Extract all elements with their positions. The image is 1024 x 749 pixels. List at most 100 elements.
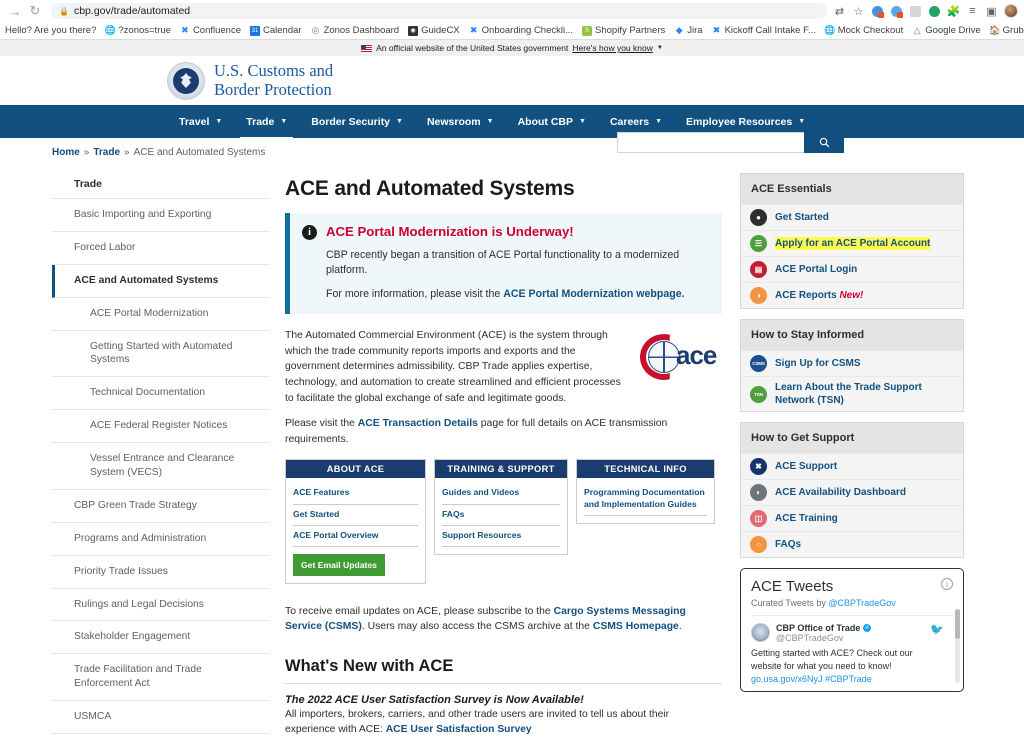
bookmark-item[interactable]: 🌐Mock Checkout <box>825 25 903 36</box>
tweet-link[interactable]: go.usa.gov/x6NyJ <box>751 674 823 684</box>
ace-user-satisfaction-survey-link[interactable]: ACE User Satisfaction Survey <box>386 724 532 735</box>
rail-item-ace-reports[interactable]: ◑ ACE Reports New! <box>741 282 963 308</box>
bookmark-item[interactable]: ✖Confluence <box>180 25 241 36</box>
bookmark-item[interactable]: △Google Drive <box>912 25 980 36</box>
google-drive-icon: △ <box>912 26 922 36</box>
bookmark-item[interactable]: Hello? Are you there? <box>5 25 96 36</box>
info-box-link[interactable]: Guides and Videos <box>442 483 560 504</box>
tweets-curated-handle[interactable]: @CBPTradeGov <box>828 598 895 608</box>
rail-item-label: Sign Up for CSMS <box>775 357 861 370</box>
sidebar-item-cbp-green-trade-strategy[interactable]: CBP Green Trade Strategy <box>52 490 270 523</box>
gov-banner-text: An official website of the United States… <box>376 43 568 53</box>
sidebar-item-trade-facilitation-and-trade-enforcement-act[interactable]: Trade Facilitation and Trade Enforcement… <box>52 654 270 701</box>
bookmark-item[interactable]: ◆Jira <box>674 25 702 36</box>
info-box-link[interactable]: Get Started <box>293 505 418 526</box>
bookmark-item[interactable]: 🌐?zonos=true <box>105 25 171 36</box>
rail-item-ace-support[interactable]: ✖ ACE Support <box>741 453 963 479</box>
info-box-technical-info: TECHNICAL INFO Programming Documentation… <box>576 459 715 523</box>
rail-item-ace-training[interactable]: ◫ ACE Training <box>741 505 963 531</box>
nav-item-trade[interactable]: Trade ▼ <box>234 105 299 138</box>
bookmark-item[interactable]: 31Calendar <box>250 25 302 36</box>
grubhub-house-icon: 🏠 <box>990 26 1000 36</box>
ace-logo-text: ace <box>676 340 716 371</box>
extension-pin-4-icon[interactable] <box>926 3 943 20</box>
rail-item-ace-availability-dashboard[interactable]: ◐ ACE Availability Dashboard <box>741 479 963 505</box>
sidebar-item-stakeholder-engagement[interactable]: Stakeholder Engagement <box>52 621 270 654</box>
gov-banner: An official website of the United States… <box>0 40 1024 56</box>
forward-arrow-icon[interactable]: → <box>5 1 25 21</box>
nav-item-about-cbp[interactable]: About CBP ▼ <box>506 105 598 138</box>
rail-item-sign-up-for-csms[interactable]: CSMS Sign Up for CSMS <box>741 350 963 376</box>
bookmark-star-icon[interactable]: ☆ <box>850 3 867 20</box>
sidebar-item-vessel-entrance-and-clearance-system[interactable]: Vessel Entrance and Clearance System (VE… <box>52 443 270 490</box>
address-bar[interactable]: 🔒 cbp.gov/trade/automated <box>51 3 827 19</box>
reading-list-icon[interactable]: ≡ <box>964 3 981 20</box>
nav-item-border-security[interactable]: Border Security ▼ <box>299 105 415 138</box>
ace-transaction-details-link[interactable]: ACE Transaction Details <box>358 418 478 429</box>
sidebar-item-priority-trade-issues[interactable]: Priority Trade Issues <box>52 556 270 589</box>
tweets-scrollbar[interactable] <box>955 609 960 683</box>
confluence-icon: ✖ <box>469 26 479 36</box>
bookmark-label: Zonos Dashboard <box>324 25 400 36</box>
rail-item-apply-for-ace-portal-account[interactable]: ☰ Apply for an ACE Portal Account <box>741 230 963 256</box>
nav-label: About CBP <box>518 116 573 128</box>
bookmark-item[interactable]: ◎Zonos Dashboard <box>311 25 400 36</box>
extension-pin-3-icon[interactable] <box>907 3 924 20</box>
card-how-to-get-support: How to Get Support ✖ ACE Support ◐ ACE A… <box>740 422 964 558</box>
sidebar-item-basic-importing-and-exporting[interactable]: Basic Importing and Exporting <box>52 199 270 232</box>
bookmark-item[interactable]: ✖Onboarding Checkli... <box>469 25 573 36</box>
share-icon[interactable]: ⇄ <box>831 3 848 20</box>
card-how-to-stay-informed: How to Stay Informed CSMS Sign Up for CS… <box>740 319 964 412</box>
monitor-login-icon: ▤ <box>750 261 767 278</box>
nav-item-travel[interactable]: Travel ▼ <box>167 105 234 138</box>
tweet-hashtag[interactable]: #CBPTrade <box>825 674 872 684</box>
extension-pin-1-icon[interactable] <box>869 3 886 20</box>
extensions-puzzle-icon[interactable]: 🧩 <box>945 3 962 20</box>
bookmark-item[interactable]: 🏠GrubHub <box>990 25 1024 36</box>
sidebar-item-forced-labor[interactable]: Forced Labor <box>52 232 270 265</box>
breadcrumb-home[interactable]: Home <box>52 147 80 158</box>
bookmark-item[interactable]: ✖Kickoff Call Intake F... <box>712 25 816 36</box>
reload-icon[interactable]: ↻ <box>25 1 45 21</box>
chevron-down-icon: ▼ <box>579 118 586 125</box>
sidebar-item-ace-and-automated-systems[interactable]: ACE and Automated Systems <box>52 265 270 298</box>
bookmark-label: Confluence <box>193 25 241 36</box>
rail-item-faqs[interactable]: ○ FAQs <box>741 531 963 557</box>
address-bar-url: cbp.gov/trade/automated <box>74 5 190 17</box>
sidebar-item-getting-started-with-automated-systems[interactable]: Getting Started with Automated Systems <box>52 331 270 378</box>
nav-item-careers[interactable]: Careers ▼ <box>598 105 674 138</box>
rail-item-ace-portal-login[interactable]: ▤ ACE Portal Login <box>741 256 963 282</box>
info-circle-outline-icon[interactable]: i <box>941 578 953 590</box>
bookmark-item[interactable]: SShopify Partners <box>582 25 665 36</box>
rail-item-trade-support-network[interactable]: TSN Learn About the Trade Support Networ… <box>741 376 963 411</box>
info-box-link[interactable]: ACE Portal Overview <box>293 526 418 547</box>
sidebar-item-ace-federal-register-notices[interactable]: ACE Federal Register Notices <box>52 410 270 443</box>
nav-item-employee-resources[interactable]: Employee Resources ▼ <box>674 105 817 138</box>
breadcrumb-separator: » <box>124 147 130 158</box>
gov-banner-link[interactable]: Here's how you know <box>572 43 653 53</box>
breadcrumb-trade[interactable]: Trade <box>93 147 120 158</box>
rail-item-get-started[interactable]: ● Get Started <box>741 204 963 230</box>
sidebar-item-ace-portal-modernization[interactable]: ACE Portal Modernization <box>52 298 270 331</box>
tweet-item[interactable]: CBP Office of Trade ✓ @CBPTradeGov 🐦 Get… <box>751 616 953 686</box>
sidebar-item-rulings-and-legal-decisions[interactable]: Rulings and Legal Decisions <box>52 589 270 622</box>
side-panel-icon[interactable]: ▣ <box>983 3 1000 20</box>
csms-homepage-link[interactable]: CSMS Homepage <box>593 621 679 632</box>
primary-navigation: Travel ▼ Trade ▼ Border Security ▼ Newsr… <box>0 105 1024 138</box>
info-box-link[interactable]: Support Resources <box>442 526 560 547</box>
sidebar-item-usmca[interactable]: USMCA <box>52 701 270 734</box>
sidebar-item-technical-documentation[interactable]: Technical Documentation <box>52 377 270 410</box>
site-brand[interactable]: U.S. Customs and Border Protection <box>167 62 333 100</box>
info-box-link[interactable]: ACE Features <box>293 483 418 504</box>
nav-item-newsroom[interactable]: Newsroom ▼ <box>415 105 506 138</box>
profile-avatar-icon[interactable] <box>1002 3 1019 20</box>
bookmark-item[interactable]: ◉GuideCX <box>408 25 460 36</box>
extension-pin-2-icon[interactable] <box>888 3 905 20</box>
chevron-down-icon[interactable]: ▼ <box>657 45 663 51</box>
ace-portal-modernization-link[interactable]: ACE Portal Modernization webpage. <box>503 288 684 300</box>
get-email-updates-button[interactable]: Get Email Updates <box>293 554 385 576</box>
info-box-link[interactable]: FAQs <box>442 505 560 526</box>
breadcrumb-separator: » <box>84 147 90 158</box>
info-box-link[interactable]: Programming Documentation and Implementa… <box>584 483 707 515</box>
sidebar-item-programs-and-administration[interactable]: Programs and Administration <box>52 523 270 556</box>
